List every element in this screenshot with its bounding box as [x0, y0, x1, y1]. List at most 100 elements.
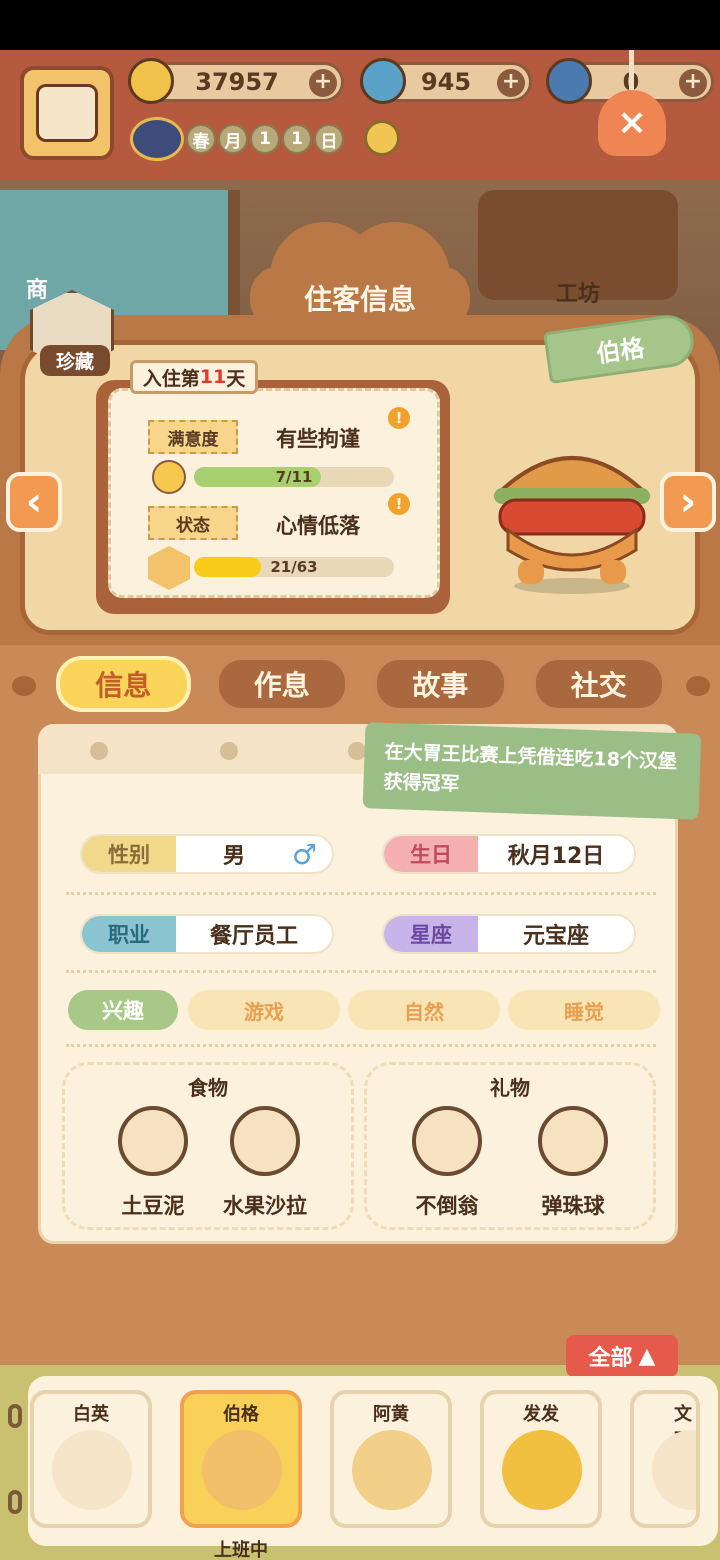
banana-icon [128, 58, 174, 104]
job-value: 餐厅员工 [209, 924, 298, 949]
resident-card[interactable]: 发发 [480, 1390, 602, 1528]
paw-decoration-icon [12, 676, 36, 696]
resident-card[interactable]: 文西 [630, 1390, 700, 1528]
status-value: 心情低落 [276, 514, 360, 538]
tab-social[interactable]: 社交 [531, 656, 666, 712]
panel-title: 住客信息 [250, 266, 470, 330]
day-prefix: 入住第 [142, 367, 200, 390]
season-cell: 日 [314, 124, 344, 154]
resident-card-name: 伯格 [223, 1404, 259, 1425]
season-cell: 月 [218, 124, 248, 154]
food-title: 食物 [188, 1076, 228, 1100]
job-label: 职业 [82, 916, 176, 952]
hobby-nature: 自然 [348, 990, 500, 1030]
paper-hole [90, 742, 108, 760]
status-label: 状态 [148, 506, 238, 540]
status-progress: 21/63 [270, 558, 318, 576]
satisfaction-warning-icon[interactable]: ! [388, 407, 410, 429]
zodiac-label: 星座 [384, 916, 478, 952]
resident-card-selected[interactable]: 伯格 上班中 [180, 1390, 302, 1560]
workshop-label[interactable]: 工坊 [556, 276, 600, 308]
satisfaction-label: 满意度 [148, 420, 238, 454]
status-warning-icon[interactable]: ! [388, 493, 410, 515]
zodiac-field: 星座 元宝座 [382, 914, 636, 954]
shop-label[interactable]: 商 [26, 272, 48, 304]
mashed-potato-icon[interactable] [118, 1106, 188, 1176]
hobby-sleep: 睡觉 [508, 990, 660, 1030]
prev-resident-button[interactable]: ‹ [6, 472, 62, 532]
bell-string [629, 50, 634, 95]
divider [66, 1044, 656, 1047]
gift-item-label: 弹珠球 [541, 1194, 605, 1218]
paw-decoration-icon [686, 676, 710, 696]
marble-box-icon[interactable] [538, 1106, 608, 1176]
resident-card[interactable]: 白英 [30, 1390, 152, 1528]
dog-avatar-icon [352, 1430, 432, 1510]
season-cell: 1 [250, 124, 280, 154]
add-fish-button[interactable]: + [679, 69, 707, 97]
sunflower-avatar-icon [502, 1430, 582, 1510]
fish-icon [546, 58, 592, 104]
thumbs-up-icon [152, 460, 186, 494]
satisfaction-value: 有些拘谨 [276, 427, 360, 451]
food-item-label: 水果沙拉 [223, 1194, 307, 1218]
birthday-field: 生日 秋月12日 [382, 834, 636, 874]
filter-all-button[interactable]: 全部 ▲ [566, 1335, 678, 1377]
status-bar [0, 0, 720, 50]
gift-item-label: 不倒翁 [415, 1194, 479, 1218]
hobby-game: 游戏 [188, 990, 340, 1030]
player-avatar-face [36, 84, 98, 142]
tumbler-doll-icon[interactable] [412, 1106, 482, 1176]
burger-resident-sprite [494, 456, 650, 594]
season-cell: 1 [282, 124, 312, 154]
tab-schedule[interactable]: 作息 [214, 656, 349, 712]
birthday-value: 秋月12日 [507, 844, 605, 869]
add-banana-button[interactable]: + [309, 69, 337, 97]
gift-title: 礼物 [490, 1076, 530, 1100]
resident-card-name: 发发 [523, 1404, 559, 1425]
season-cell: 春 [186, 124, 216, 154]
blue-flame-icon [360, 58, 406, 104]
moon-icon [130, 117, 184, 161]
divider [66, 970, 656, 973]
currency-flame-value: 945 [420, 68, 472, 96]
status-bar-meter: 21/63 [194, 557, 394, 577]
gender-value: 男 [222, 844, 245, 869]
day-suffix: 天 [226, 367, 246, 390]
info-tabs: 信息 作息 故事 社交 [56, 656, 666, 712]
job-field: 职业 餐厅员工 [80, 914, 334, 954]
resident-card-name: 白英 [73, 1404, 109, 1425]
gender-field: 性别 男 ♂ [80, 834, 334, 874]
fruit-salad-icon[interactable] [230, 1106, 300, 1176]
satisfaction-progress: 7/11 [275, 468, 313, 486]
stay-day-tag: 入住第 11 天 [130, 360, 258, 394]
paper-hole [348, 742, 366, 760]
binder-ring [8, 1490, 22, 1514]
resident-card-status: 上班中 [214, 1540, 268, 1560]
male-icon: ♂ [292, 837, 318, 871]
currency-banana-value: 37957 [195, 68, 279, 96]
sun-weather-icon[interactable] [364, 120, 400, 156]
resident-card[interactable]: 阿黄 [330, 1390, 452, 1528]
gender-label: 性别 [82, 836, 176, 872]
season-date: 春 月 1 1 日 [130, 116, 350, 162]
hobby-label: 兴趣 [68, 990, 178, 1030]
divider [66, 892, 656, 895]
add-flame-button[interactable]: + [497, 69, 525, 97]
paper-hole [220, 742, 238, 760]
treasure-label[interactable]: 珍藏 [40, 345, 110, 376]
food-item-label: 土豆泥 [121, 1194, 185, 1218]
resident-card-name: 阿黄 [373, 1404, 409, 1425]
filter-all-label: 全部 [588, 1346, 633, 1371]
tab-info[interactable]: 信息 [56, 656, 191, 712]
close-bell-button[interactable]: × [598, 90, 666, 156]
birthday-label: 生日 [384, 836, 478, 872]
binder-ring [8, 1404, 22, 1428]
zodiac-value: 元宝座 [522, 924, 589, 949]
tab-story[interactable]: 故事 [373, 656, 508, 712]
chicken-avatar-icon [52, 1430, 132, 1510]
trivia-note: 在大胃王比赛上凭借连吃18个汉堡获得冠军 [362, 722, 702, 820]
satisfaction-bar: 7/11 [194, 467, 394, 487]
burger-avatar-icon [202, 1430, 282, 1510]
next-resident-button[interactable]: › [660, 472, 716, 532]
